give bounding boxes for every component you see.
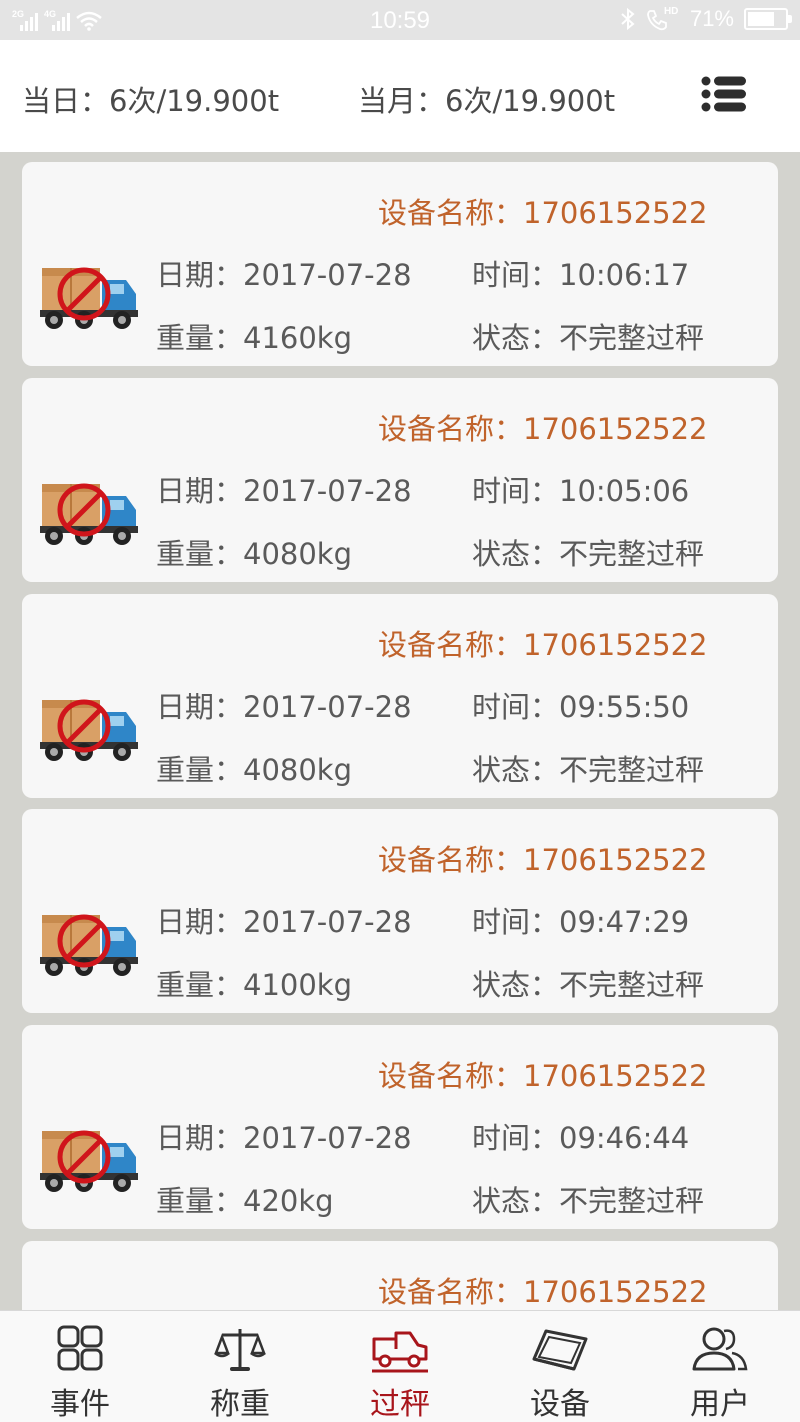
tab-devices[interactable]: 设备 [480, 1311, 640, 1422]
record-card[interactable]: 设备名称：1706152522 日期：2017-07-2 [22, 1025, 778, 1229]
device-name: 设备名称：1706152522 [378, 1275, 708, 1309]
device-name: 设备名称：1706152522 [378, 628, 708, 662]
truck-icon [372, 1331, 428, 1373]
record-time: 时间：10:05:06 [472, 474, 690, 508]
tab-weighing[interactable]: 称重 [160, 1311, 320, 1422]
record-card[interactable]: 设备名称：1706152522 日期：2017-07-2 [22, 378, 778, 582]
tab-users[interactable]: 用户 [640, 1311, 800, 1422]
incomplete-truck-icon [38, 694, 142, 766]
record-weight: 重量：420kg [156, 1184, 334, 1218]
record-status: 状态：不完整过秤 [472, 537, 705, 571]
device-name: 设备名称：1706152522 [378, 1059, 708, 1093]
list-menu-icon [701, 76, 746, 112]
record-status: 状态：不完整过秤 [472, 968, 705, 1002]
record-time: 时间：10:06:17 [472, 258, 690, 292]
status-bar: 2G 4G 10:59 HD 71% [0, 0, 800, 40]
incomplete-truck-icon [38, 1125, 142, 1197]
record-time: 时间：09:46:44 [472, 1121, 690, 1155]
tab-label: 用户 [690, 1387, 750, 1422]
record-card[interactable]: 设备名称：1706152522 [22, 1241, 778, 1310]
monthly-summary: 当月：6次/19.900t [358, 84, 616, 118]
bluetooth-icon [621, 7, 635, 31]
device-name: 设备名称：1706152522 [378, 843, 708, 877]
incomplete-truck-icon [38, 262, 142, 334]
battery-icon [744, 8, 792, 30]
list-menu-button[interactable] [700, 74, 748, 114]
record-status: 状态：不完整过秤 [472, 321, 705, 355]
record-weight: 重量：4100kg [156, 968, 353, 1002]
record-weight: 重量：4160kg [156, 321, 353, 355]
users-icon [692, 1327, 748, 1371]
tab-label: 过秤 [370, 1387, 430, 1422]
tab-label: 事件 [50, 1387, 110, 1422]
device-name: 设备名称：1706152522 [378, 196, 708, 230]
phone-hd-icon: HD [646, 6, 680, 32]
tab-passing-scale[interactable]: 过秤 [320, 1311, 480, 1422]
record-date: 日期：2017-07-28 [156, 905, 412, 939]
daily-summary: 当日：6次/19.900t [22, 84, 280, 118]
record-card[interactable]: 设备名称：1706152522 日期：2017-07-2 [22, 594, 778, 798]
record-date: 日期：2017-07-28 [156, 1121, 412, 1155]
bottom-tab-bar: 事件 称重 过秤 设备 用户 [0, 1310, 800, 1422]
incomplete-truck-icon [38, 909, 142, 981]
record-time: 时间：09:55:50 [472, 690, 690, 724]
record-date: 日期：2017-07-28 [156, 474, 412, 508]
hd-label: HD [663, 6, 679, 17]
tab-label: 设备 [530, 1387, 590, 1422]
battery-percent: 71% [689, 6, 734, 31]
summary-header: 当日：6次/19.900t 当月：6次/19.900t [0, 40, 800, 152]
device-icon [532, 1329, 588, 1371]
tab-events[interactable]: 事件 [0, 1311, 160, 1422]
record-status: 状态：不完整过秤 [472, 1184, 705, 1218]
record-time: 时间：09:47:29 [472, 905, 690, 939]
record-date: 日期：2017-07-28 [156, 258, 412, 292]
record-card[interactable]: 设备名称：1706152522 日期：2017-07-2 [22, 809, 778, 1013]
grid-icon [57, 1325, 103, 1371]
device-name: 设备名称：1706152522 [378, 412, 708, 446]
record-card[interactable]: 设备名称：1706152522 日期：2017-07-2 [22, 162, 778, 366]
incomplete-truck-icon [38, 478, 142, 550]
record-weight: 重量：4080kg [156, 753, 353, 787]
weighing-record-list[interactable]: 设备名称：1706152522 日期：2017-07-28 时间：10:06:1… [0, 152, 800, 1310]
scale-icon [214, 1329, 266, 1371]
tab-label: 称重 [210, 1387, 270, 1422]
record-date: 日期：2017-07-28 [156, 690, 412, 724]
record-weight: 重量：4080kg [156, 537, 353, 571]
record-status: 状态：不完整过秤 [472, 753, 705, 787]
